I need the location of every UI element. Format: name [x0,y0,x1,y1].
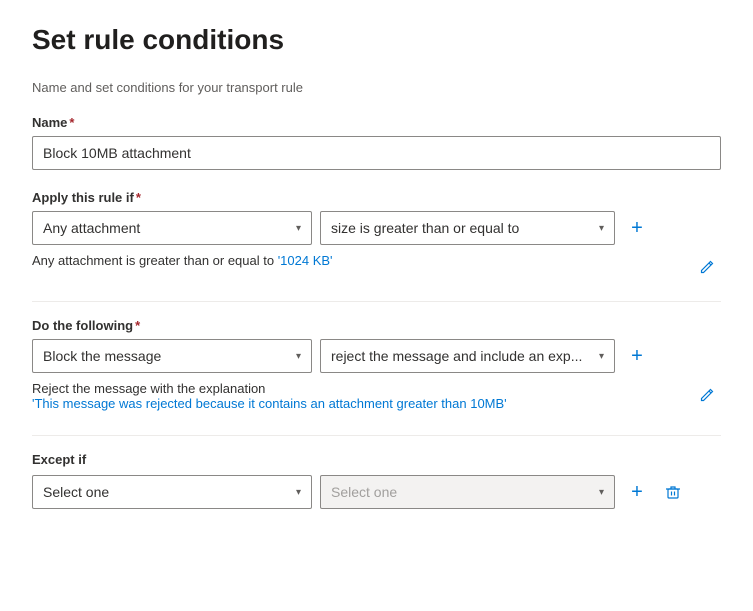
condition-right-value: size is greater than or equal to [331,220,519,236]
do-following-info-link: 'This message was rejected because it co… [32,396,507,411]
except-right-dropdown[interactable]: Select one ▾ [320,475,615,509]
required-indicator: * [69,115,74,130]
action-right-value: reject the message and include an exp... [331,348,582,364]
except-left-dropdown[interactable]: Select one ▾ [32,475,312,509]
except-if-label: Except if [32,452,721,467]
page-title: Set rule conditions [32,24,721,56]
required-indicator-2: * [136,190,141,205]
plus-icon: + [631,217,643,240]
except-right-value: Select one [331,484,397,500]
apply-rule-info-link: '1024 KB' [278,253,333,268]
condition-left-chevron-icon: ▾ [296,223,301,234]
condition-left-dropdown[interactable]: Any attachment ▾ [32,211,312,245]
edit-condition-button[interactable] [693,253,721,281]
pencil-icon-2 [699,387,715,403]
plus-icon-3: + [631,481,643,504]
pencil-icon [699,259,715,275]
except-left-value: Select one [43,484,109,500]
name-section: Name* [32,115,721,170]
trash-icon [665,484,681,500]
action-left-chevron-icon: ▾ [296,351,301,362]
add-condition-button[interactable]: + [623,214,651,242]
do-following-info-prefix: Reject the message with the explanation [32,381,507,396]
condition-left-value: Any attachment [43,220,140,236]
apply-rule-info-text: Any attachment is greater than or equal … [32,253,333,268]
do-following-info-row: Reject the message with the explanation … [32,381,721,415]
do-following-label: Do the following* [32,318,721,333]
plus-icon-2: + [631,345,643,368]
action-left-dropdown[interactable]: Block the message ▾ [32,339,312,373]
add-action-button[interactable]: + [623,342,651,370]
except-if-section: Except if Select one ▾ Select one ▾ + [32,452,721,509]
except-right-chevron-icon: ▾ [599,487,604,498]
divider-1 [32,301,721,302]
do-following-info-text: Reject the message with the explanation … [32,381,507,411]
action-right-chevron-icon: ▾ [599,351,604,362]
condition-right-dropdown[interactable]: size is greater than or equal to ▾ [320,211,615,245]
page-subtitle: Name and set conditions for your transpo… [32,80,721,95]
name-label: Name* [32,115,721,130]
required-indicator-3: * [135,318,140,333]
edit-action-button[interactable] [693,381,721,409]
apply-rule-info-row: Any attachment is greater than or equal … [32,253,721,281]
do-following-dropdown-row: Block the message ▾ reject the message a… [32,339,721,373]
apply-rule-label: Apply this rule if* [32,190,721,205]
action-right-dropdown[interactable]: reject the message and include an exp...… [320,339,615,373]
name-input[interactable] [32,136,721,170]
do-following-section: Do the following* Block the message ▾ re… [32,318,721,415]
except-left-chevron-icon: ▾ [296,487,301,498]
add-except-button[interactable]: + [623,478,651,506]
condition-right-chevron-icon: ▾ [599,223,604,234]
apply-rule-section: Apply this rule if* Any attachment ▾ siz… [32,190,721,281]
delete-except-button[interactable] [659,478,687,506]
apply-rule-dropdown-row: Any attachment ▾ size is greater than or… [32,211,721,245]
action-left-value: Block the message [43,348,161,364]
divider-2 [32,435,721,436]
except-if-dropdown-row: Select one ▾ Select one ▾ + [32,475,721,509]
